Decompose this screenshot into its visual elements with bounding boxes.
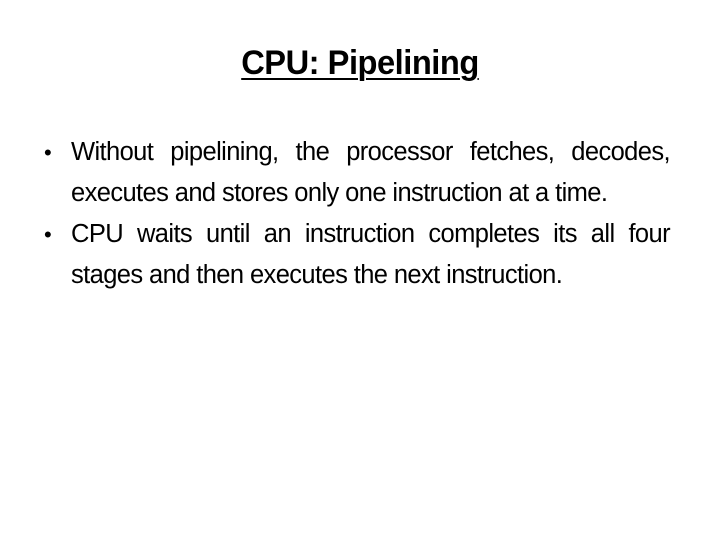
bullet-text: CPU waits until an instruction completes… <box>71 220 671 289</box>
bullet-text: Without pipelining, the processor fetche… <box>71 138 671 207</box>
bullet-dot-icon: • <box>44 222 52 247</box>
slide-title: CPU: Pipelining <box>241 44 479 82</box>
slide: CPU: Pipelining • Without pipelining, th… <box>0 0 720 540</box>
bullet-item: • CPU waits until an instruction complet… <box>44 214 671 296</box>
bullet-dot-icon: • <box>44 140 52 165</box>
bullet-item: • Without pipelining, the processor fetc… <box>44 132 671 214</box>
bullet-list: • Without pipelining, the processor fetc… <box>44 132 671 296</box>
